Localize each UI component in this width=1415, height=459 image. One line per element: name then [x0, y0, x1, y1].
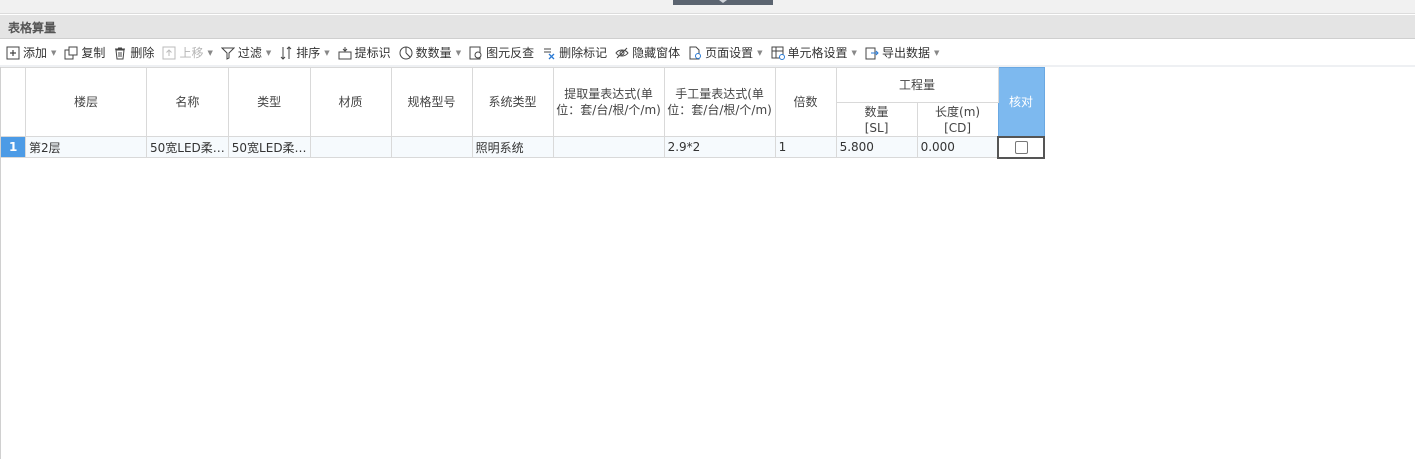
reverse-check-button[interactable]: 图元反查	[467, 42, 536, 64]
panel-header: 表格算量	[0, 15, 1415, 39]
cell-material[interactable]	[309, 136, 392, 158]
cell-type[interactable]: 50宽LED柔…	[227, 136, 311, 158]
dropdown-arrow-icon[interactable]: ▼	[51, 49, 56, 57]
col-header-length[interactable]: 长度(m) [CD]	[916, 102, 999, 137]
cell-setup-button[interactable]: 单元格设置 ▼	[769, 42, 859, 64]
add-button[interactable]: 添加 ▼	[4, 42, 58, 64]
col-header-multiple[interactable]: 倍数	[774, 67, 837, 137]
panel-left-border	[0, 67, 1, 459]
dropdown-arrow-icon[interactable]: ▼	[456, 49, 461, 57]
cell-verify[interactable]	[997, 135, 1046, 159]
verify-checkbox[interactable]	[1014, 141, 1028, 154]
sort-button[interactable]: 排序 ▼	[277, 42, 331, 64]
hide-window-button[interactable]: 隐藏窗体	[613, 42, 682, 64]
reverse-check-icon	[469, 46, 483, 60]
pie-chart-icon	[399, 46, 413, 60]
col-header-name[interactable]: 名称	[146, 67, 229, 137]
sort-icon	[279, 45, 293, 60]
quantity-table: 楼层 名称 类型 材质 规格型号 系统类型 提取量表达式(单位：套/台/根/个/…	[0, 67, 1046, 159]
chevron-down-icon	[719, 0, 727, 3]
cell-name[interactable]: 50宽LED柔…	[146, 136, 229, 158]
arrow-up-box-icon	[162, 46, 176, 60]
filter-icon	[220, 46, 235, 60]
dropdown-arrow-icon[interactable]: ▼	[324, 49, 329, 57]
delete-button[interactable]: 删除	[111, 42, 156, 64]
col-header-material[interactable]: 材质	[309, 67, 392, 137]
trash-icon	[113, 46, 127, 60]
grid-gear-icon	[771, 46, 785, 60]
page-setup-button[interactable]: 页面设置 ▼	[686, 42, 764, 64]
export-button[interactable]: 导出数据 ▼	[863, 42, 941, 64]
cell-length[interactable]: 0.000	[916, 136, 999, 158]
export-icon	[865, 46, 879, 60]
col-header-system[interactable]: 系统类型	[471, 67, 554, 137]
count-button[interactable]: 数数量 ▼	[397, 42, 463, 64]
move-up-button[interactable]: 上移 ▼	[160, 42, 214, 64]
dropdown-arrow-icon[interactable]: ▼	[207, 49, 212, 57]
delete-mark-icon	[542, 46, 556, 60]
eye-off-icon	[615, 46, 629, 60]
toolbar: 添加 ▼ 复制 删除 上移 ▼ 过滤 ▼ 排序 ▼ 提标识 数数量 ▼ 图元反查…	[0, 40, 1415, 66]
cell-extract-expr[interactable]	[552, 136, 665, 158]
col-header-qty[interactable]: 数量 [SL]	[835, 102, 918, 137]
dropdown-arrow-icon[interactable]: ▼	[757, 49, 762, 57]
page-gear-icon	[688, 46, 702, 60]
cell-spec[interactable]	[390, 136, 473, 158]
plus-box-icon	[6, 46, 20, 60]
col-header-manual-expr[interactable]: 手工量表达式(单位：套/台/根/个/m)	[663, 67, 776, 137]
table-row[interactable]: 1 第2层 50宽LED柔… 50宽LED柔… 照明系统 2.9*2 1 5.8…	[0, 135, 1046, 159]
filter-button[interactable]: 过滤 ▼	[219, 42, 273, 64]
cell-system[interactable]: 照明系统	[471, 136, 554, 158]
dropdown-arrow-icon[interactable]: ▼	[934, 49, 939, 57]
cell-multiple[interactable]: 1	[774, 136, 837, 158]
top-bar	[0, 0, 1415, 14]
corner-cell[interactable]	[0, 67, 26, 137]
row-number[interactable]: 1	[0, 136, 26, 158]
copy-button[interactable]: 复制	[62, 42, 107, 64]
col-header-type[interactable]: 类型	[227, 67, 311, 137]
cell-qty[interactable]: 5.800	[835, 136, 918, 158]
col-header-spec[interactable]: 规格型号	[390, 67, 473, 137]
copy-icon	[64, 46, 78, 60]
cell-floor[interactable]: 第2层	[25, 136, 147, 158]
panel-title: 表格算量	[8, 21, 57, 35]
col-header-extract-expr[interactable]: 提取量表达式(单位：套/台/根/个/m)	[552, 67, 665, 137]
col-header-floor[interactable]: 楼层	[25, 67, 147, 137]
delete-mark-button[interactable]: 删除标记	[540, 42, 609, 64]
dropdown-arrow-icon[interactable]: ▼	[266, 49, 271, 57]
dropdown-arrow-icon[interactable]: ▼	[852, 49, 857, 57]
tag-text-icon	[338, 46, 352, 60]
col-header-quantity-group[interactable]: 工程量	[835, 67, 999, 103]
cell-manual-expr[interactable]: 2.9*2	[663, 136, 776, 158]
collapse-tab[interactable]	[673, 0, 773, 5]
col-header-verify[interactable]: 核对	[997, 67, 1045, 137]
extract-mark-button[interactable]: 提标识	[336, 42, 393, 64]
